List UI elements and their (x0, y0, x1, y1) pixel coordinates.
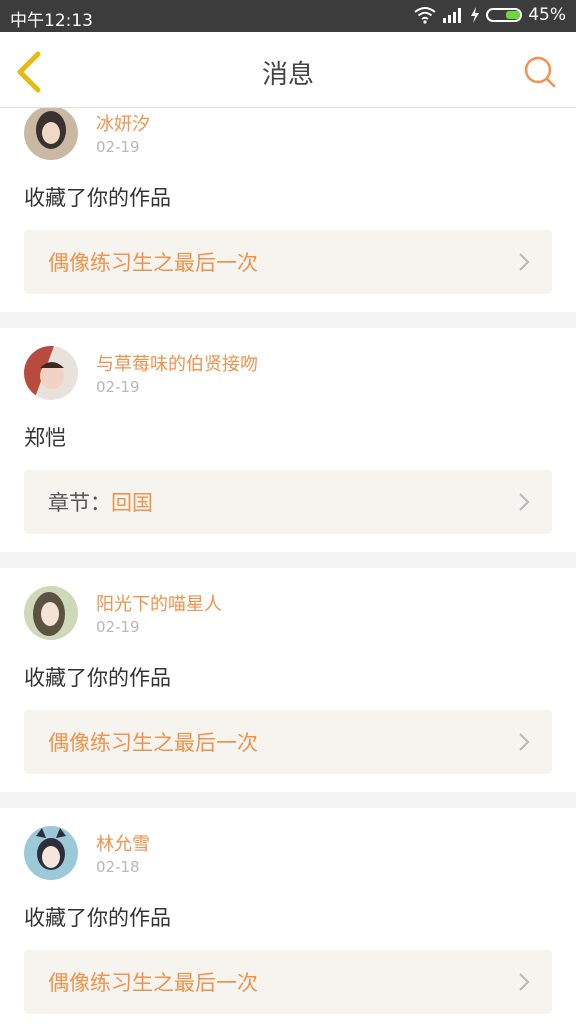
chapter-link[interactable]: 章节： 回国 (24, 470, 552, 534)
page-title: 消息 (261, 60, 314, 90)
username[interactable]: 林允雪 (96, 830, 150, 856)
message-card: 与草莓味的伯贤接吻 02-19 郑恺 章节： 回国 (0, 328, 576, 552)
charging-icon (471, 7, 480, 23)
avatar[interactable] (24, 586, 78, 640)
battery-level (506, 11, 521, 19)
work-title: 偶像练习生之最后一次 (48, 731, 258, 755)
username[interactable]: 与草莓味的伯贤接吻 (96, 350, 258, 376)
avatar[interactable] (24, 108, 78, 160)
message-text: 郑恺 (24, 426, 66, 450)
wifi-icon (414, 7, 436, 24)
app-header: 消息 (0, 32, 576, 108)
search-button[interactable] (522, 54, 558, 90)
avatar[interactable] (24, 826, 78, 880)
chapter-name: 回国 (111, 491, 153, 515)
work-link[interactable]: 偶像练习生之最后一次 (24, 710, 552, 774)
avatar[interactable] (24, 346, 78, 400)
message-date: 02-19 (96, 618, 140, 636)
message-feed[interactable]: 冰妍汐 02-19 收藏了你的作品 偶像练习生之最后一次 与草莓味的伯贤接吻 0… (0, 108, 576, 1024)
avatar-image (24, 586, 78, 640)
avatar-image (24, 108, 78, 160)
username[interactable]: 阳光下的喵星人 (96, 590, 222, 616)
message-date: 02-19 (96, 138, 140, 156)
avatar-image (24, 826, 78, 880)
battery-percent: 45% (528, 5, 566, 25)
message-date: 02-19 (96, 378, 140, 396)
battery-icon (486, 8, 523, 22)
message-card: 阳光下的喵星人 02-19 收藏了你的作品 偶像练习生之最后一次 (0, 568, 576, 792)
chevron-right-icon (519, 973, 530, 991)
status-bar: 中午12:13 45% (0, 0, 576, 32)
chevron-right-icon (519, 733, 530, 751)
chapter-prefix: 章节： (48, 491, 111, 515)
message-text: 收藏了你的作品 (24, 666, 171, 690)
chevron-right-icon (519, 253, 530, 271)
chevron-right-icon (519, 493, 530, 511)
username[interactable]: 冰妍汐 (96, 110, 150, 136)
avatar-image (24, 346, 78, 400)
message-date: 02-18 (96, 858, 140, 876)
message-text: 收藏了你的作品 (24, 906, 171, 930)
work-link[interactable]: 偶像练习生之最后一次 (24, 950, 552, 1014)
search-icon (524, 56, 556, 88)
signal-icon (443, 8, 462, 23)
status-time: 中午12:13 (10, 11, 93, 31)
message-card: 林允雪 02-18 收藏了你的作品 偶像练习生之最后一次 (0, 808, 576, 1024)
message-text: 收藏了你的作品 (24, 186, 171, 210)
work-link[interactable]: 偶像练习生之最后一次 (24, 230, 552, 294)
status-icons: 45% (414, 5, 566, 25)
work-title: 偶像练习生之最后一次 (48, 251, 258, 275)
work-title: 偶像练习生之最后一次 (48, 971, 258, 995)
message-card: 冰妍汐 02-19 收藏了你的作品 偶像练习生之最后一次 (0, 108, 576, 312)
